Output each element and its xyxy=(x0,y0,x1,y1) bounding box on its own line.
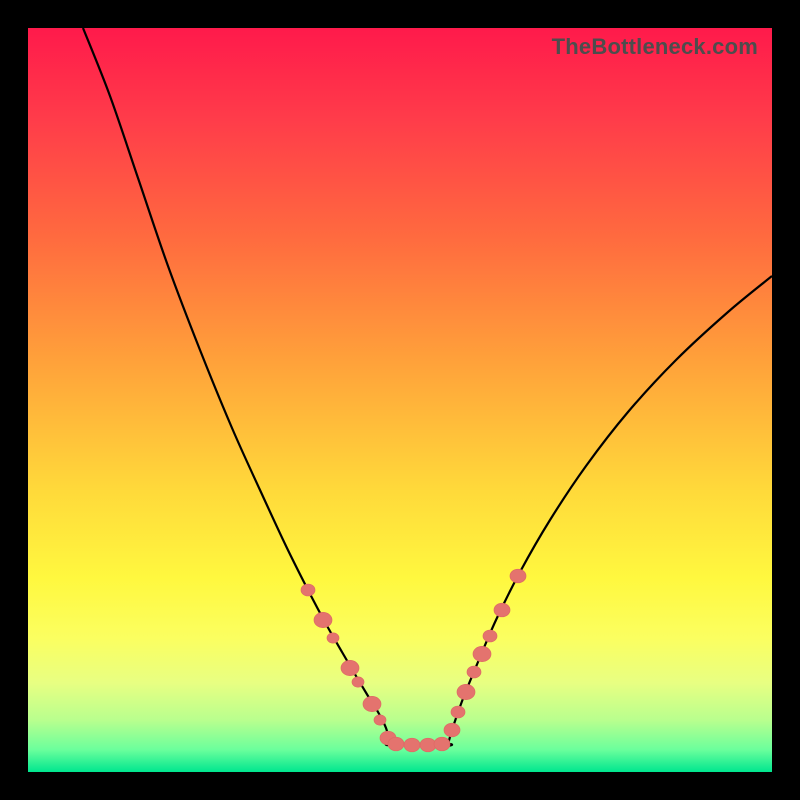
data-dot xyxy=(444,723,460,737)
data-dot xyxy=(404,738,420,752)
data-dot xyxy=(388,737,404,751)
data-dot xyxy=(451,706,465,718)
data-dot xyxy=(314,612,332,627)
data-dot xyxy=(473,646,491,661)
chart-curves xyxy=(28,28,772,772)
curve-right xyxy=(390,276,772,745)
data-dot xyxy=(363,696,381,711)
data-dot xyxy=(420,738,436,752)
data-dot xyxy=(467,666,481,678)
data-dot xyxy=(457,684,475,699)
plot-area: TheBottleneck.com xyxy=(28,28,772,772)
dot-group xyxy=(301,569,526,752)
curve-left xyxy=(83,28,448,745)
data-dot xyxy=(374,715,386,725)
data-dot xyxy=(341,660,359,675)
data-dot xyxy=(483,630,497,642)
data-dot xyxy=(301,584,315,596)
chart-frame: TheBottleneck.com xyxy=(0,0,800,800)
data-dot xyxy=(327,633,339,643)
data-dot xyxy=(510,569,526,583)
data-dot xyxy=(352,677,364,687)
data-dot xyxy=(434,737,450,751)
data-dot xyxy=(494,603,510,617)
